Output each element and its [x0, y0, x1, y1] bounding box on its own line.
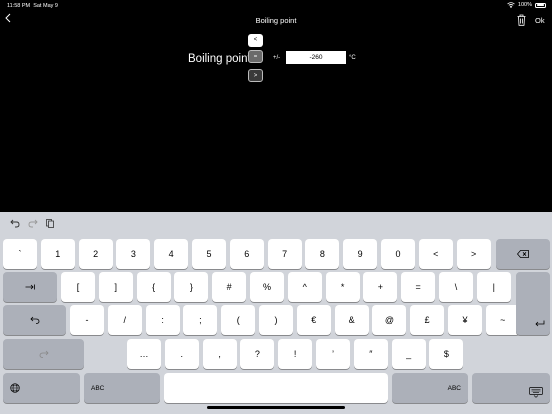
delete-icon [517, 250, 529, 258]
key[interactable]: % [250, 272, 284, 302]
nav-bar: Boiling point Ok [0, 11, 552, 31]
ok-button[interactable]: Ok [535, 16, 545, 25]
abc-key-right[interactable]: ABC [392, 373, 468, 403]
key[interactable]: / [107, 305, 142, 335]
key[interactable]: \ [439, 272, 473, 302]
plus-minus-label: +/- [273, 55, 281, 61]
field-label: Boiling point [188, 53, 251, 65]
key[interactable]: = [401, 272, 436, 302]
key[interactable]: . [164, 339, 199, 369]
key[interactable]: ″ [353, 339, 388, 369]
undo-key[interactable] [3, 305, 66, 335]
key[interactable]: ~ [485, 305, 520, 335]
key[interactable]: 9 [343, 239, 378, 269]
tab-key[interactable] [3, 272, 57, 302]
unit-label: °C [349, 55, 356, 61]
return-key[interactable] [516, 272, 550, 335]
key[interactable]: - [70, 305, 104, 335]
key[interactable]: { [136, 272, 171, 302]
key[interactable]: 0 [381, 239, 415, 269]
key[interactable]: 5 [192, 239, 226, 269]
key[interactable]: : [145, 305, 180, 335]
wifi-icon [507, 2, 515, 8]
redo-icon [39, 350, 49, 358]
key[interactable]: 7 [267, 239, 302, 269]
key[interactable]: ! [278, 339, 313, 369]
key[interactable]: > [456, 239, 491, 269]
space-key[interactable] [164, 373, 388, 403]
dismiss-keyboard-key[interactable] [472, 373, 550, 403]
key[interactable]: ` [3, 239, 37, 269]
battery-icon [535, 2, 546, 8]
key[interactable]: 8 [305, 239, 340, 269]
key[interactable]: & [334, 305, 369, 335]
key[interactable]: … [127, 339, 161, 369]
key[interactable]: 6 [229, 239, 264, 269]
key[interactable]: # [212, 272, 247, 302]
undo-icon [29, 316, 39, 324]
key[interactable]: 1 [40, 239, 75, 269]
key[interactable]: ] [98, 272, 133, 302]
keyboard-dismiss-icon [529, 387, 543, 398]
step-up-button[interactable]: < [248, 34, 263, 47]
keyboard: ` 1 2 3 4 5 6 7 8 9 0 < > []{} #% ^ * + = \ | - /:;() € & @ £ ¥ ~ … [0, 212, 552, 414]
redo-key[interactable] [3, 339, 84, 369]
return-icon [535, 320, 545, 327]
key[interactable]: , [202, 339, 237, 369]
status-right: 100% [507, 2, 546, 8]
key[interactable]: } [174, 272, 209, 302]
value-input[interactable] [286, 51, 346, 64]
step-down-button[interactable]: > [248, 69, 263, 82]
key[interactable]: ? [240, 339, 275, 369]
battery-percent: 100% [517, 2, 532, 8]
key[interactable]: [ [61, 272, 95, 302]
key[interactable]: ’ [316, 339, 350, 369]
key[interactable]: ( [221, 305, 256, 335]
page-title: Boiling point [255, 16, 297, 25]
key[interactable]: ^ [287, 272, 322, 302]
key[interactable]: + [363, 272, 398, 302]
key[interactable]: ; [183, 305, 218, 335]
key[interactable]: @ [372, 305, 407, 335]
undo-icon[interactable] [10, 218, 20, 228]
delete-key[interactable] [496, 239, 550, 269]
step-equal-button[interactable]: = [248, 50, 263, 63]
key[interactable]: £ [410, 305, 445, 335]
key[interactable]: $ [429, 339, 464, 369]
key[interactable]: 3 [116, 239, 151, 269]
key[interactable]: 2 [78, 239, 113, 269]
redo-icon[interactable] [28, 218, 38, 228]
key[interactable]: * [325, 272, 360, 302]
paste-icon[interactable] [45, 218, 55, 228]
globe-key[interactable] [3, 373, 80, 403]
tab-icon [25, 284, 35, 290]
status-bar: 11:58 PM Sat May 9 100% [0, 0, 552, 11]
key[interactable]: _ [391, 339, 426, 369]
key[interactable]: | [476, 272, 511, 302]
key[interactable]: ¥ [448, 305, 482, 335]
home-indicator [207, 406, 345, 409]
globe-icon [10, 383, 20, 393]
key[interactable]: 4 [154, 239, 189, 269]
abc-key-left[interactable]: ABC [84, 373, 160, 403]
key[interactable]: < [418, 239, 453, 269]
key[interactable]: € [296, 305, 331, 335]
status-time: 11:58 PM Sat May 9 [7, 3, 58, 9]
key[interactable]: ) [259, 305, 293, 335]
shortcut-bar [0, 212, 552, 234]
trash-icon[interactable] [517, 14, 526, 26]
